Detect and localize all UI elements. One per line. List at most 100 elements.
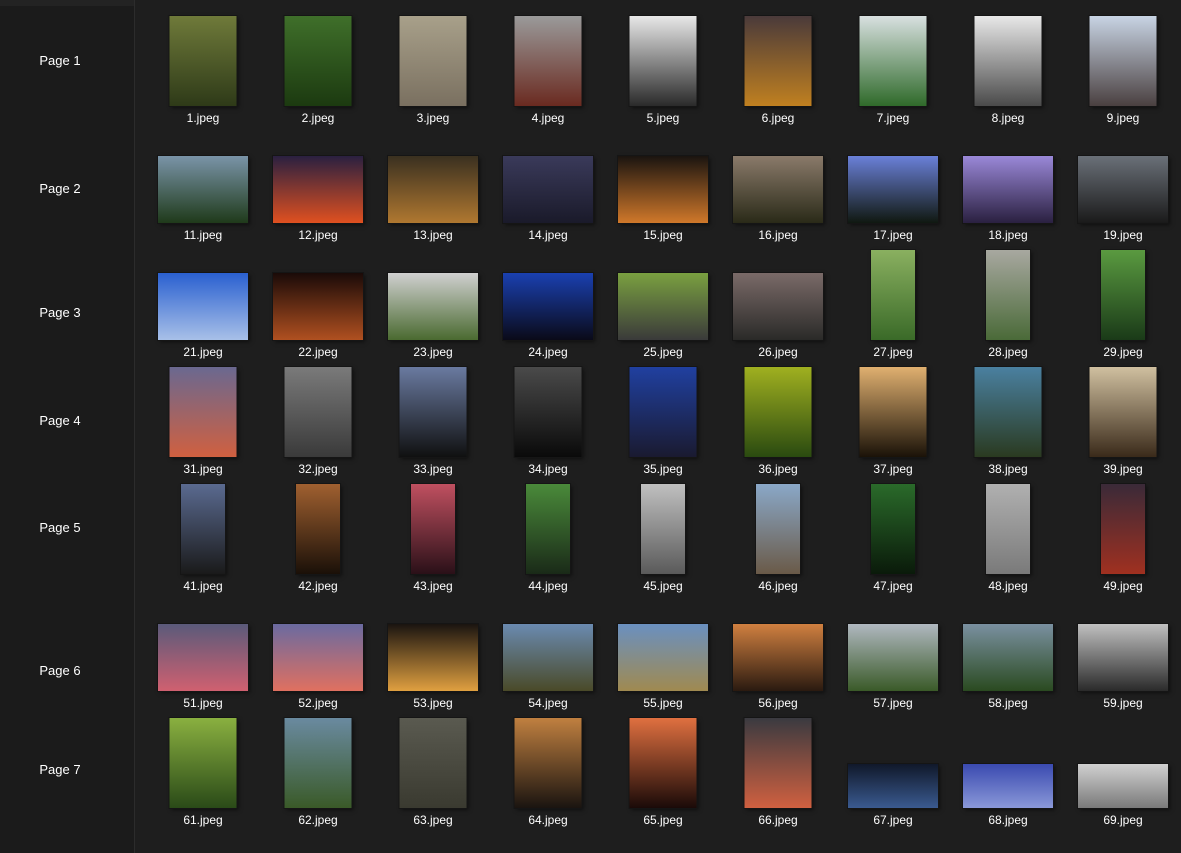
file-name: 27.jpeg bbox=[873, 345, 913, 359]
image-thumbnail[interactable] bbox=[744, 16, 812, 106]
image-thumbnail[interactable] bbox=[1101, 484, 1145, 574]
file-name: 68.jpeg bbox=[988, 813, 1028, 827]
image-thumbnail[interactable] bbox=[158, 624, 248, 691]
image-thumbnail[interactable] bbox=[1101, 250, 1145, 340]
image-thumbnail[interactable] bbox=[388, 624, 478, 691]
image-thumbnail[interactable] bbox=[526, 484, 570, 574]
image-thumbnail[interactable] bbox=[859, 16, 927, 106]
image-thumbnail[interactable] bbox=[618, 273, 708, 340]
image-thumbnail[interactable] bbox=[503, 273, 593, 340]
file-name: 17.jpeg bbox=[873, 228, 913, 242]
image-thumbnail[interactable] bbox=[1078, 764, 1168, 808]
image-thumbnail[interactable] bbox=[756, 484, 800, 574]
file-name: 24.jpeg bbox=[528, 345, 568, 359]
image-thumbnail[interactable] bbox=[744, 718, 812, 808]
image-thumbnail[interactable] bbox=[733, 156, 823, 223]
file-name: 8.jpeg bbox=[991, 111, 1025, 125]
image-thumbnail[interactable] bbox=[1078, 624, 1168, 691]
file-name: 45.jpeg bbox=[643, 579, 683, 593]
image-thumbnail[interactable] bbox=[1078, 156, 1168, 223]
file-name: 16.jpeg bbox=[758, 228, 798, 242]
file-name: 22.jpeg bbox=[298, 345, 338, 359]
image-thumbnail[interactable] bbox=[411, 484, 455, 574]
image-thumbnail[interactable] bbox=[848, 624, 938, 691]
image-thumbnail[interactable] bbox=[296, 484, 340, 574]
image-thumbnail[interactable] bbox=[974, 367, 1042, 457]
file-name: 47.jpeg bbox=[873, 579, 913, 593]
file-name: 13.jpeg bbox=[413, 228, 453, 242]
image-thumbnail[interactable] bbox=[974, 16, 1042, 106]
file-name: 14.jpeg bbox=[528, 228, 568, 242]
file-name: 59.jpeg bbox=[1103, 696, 1143, 710]
image-thumbnail[interactable] bbox=[963, 156, 1053, 223]
file-name: 6.jpeg bbox=[761, 111, 795, 125]
file-name: 25.jpeg bbox=[643, 345, 683, 359]
image-thumbnail[interactable] bbox=[963, 624, 1053, 691]
file-name: 19.jpeg bbox=[1103, 228, 1143, 242]
file-name: 38.jpeg bbox=[988, 462, 1028, 476]
image-thumbnail[interactable] bbox=[641, 484, 685, 574]
image-thumbnail[interactable] bbox=[169, 16, 237, 106]
image-thumbnail[interactable] bbox=[848, 156, 938, 223]
page-label-4: Page 4 bbox=[39, 413, 81, 428]
image-thumbnail[interactable] bbox=[503, 156, 593, 223]
image-thumbnail[interactable] bbox=[158, 156, 248, 223]
image-thumbnail[interactable] bbox=[629, 718, 697, 808]
image-thumbnail[interactable] bbox=[399, 367, 467, 457]
image-thumbnail[interactable] bbox=[1089, 367, 1157, 457]
image-thumbnail[interactable] bbox=[986, 484, 1030, 574]
image-thumbnail[interactable] bbox=[1089, 16, 1157, 106]
image-thumbnail[interactable] bbox=[963, 764, 1053, 808]
image-thumbnail[interactable] bbox=[388, 273, 478, 340]
image-thumbnail[interactable] bbox=[514, 16, 582, 106]
image-thumbnail[interactable] bbox=[284, 16, 352, 106]
image-thumbnail[interactable] bbox=[284, 718, 352, 808]
file-name: 54.jpeg bbox=[528, 696, 568, 710]
image-thumbnail[interactable] bbox=[181, 484, 225, 574]
image-thumbnail[interactable] bbox=[158, 273, 248, 340]
image-thumbnail[interactable] bbox=[503, 624, 593, 691]
file-name: 57.jpeg bbox=[873, 696, 913, 710]
image-thumbnail[interactable] bbox=[284, 367, 352, 457]
image-thumbnail[interactable] bbox=[744, 367, 812, 457]
page-label-3: Page 3 bbox=[39, 305, 81, 320]
file-name: 49.jpeg bbox=[1103, 579, 1143, 593]
image-thumbnail[interactable] bbox=[169, 367, 237, 457]
file-name: 67.jpeg bbox=[873, 813, 913, 827]
image-thumbnail[interactable] bbox=[733, 273, 823, 340]
image-thumbnail[interactable] bbox=[618, 156, 708, 223]
file-name: 56.jpeg bbox=[758, 696, 798, 710]
image-thumbnail[interactable] bbox=[629, 16, 697, 106]
file-name: 15.jpeg bbox=[643, 228, 683, 242]
image-thumbnail[interactable] bbox=[273, 624, 363, 691]
file-name: 7.jpeg bbox=[876, 111, 910, 125]
file-name: 55.jpeg bbox=[643, 696, 683, 710]
image-thumbnail[interactable] bbox=[733, 624, 823, 691]
file-name: 51.jpeg bbox=[183, 696, 223, 710]
file-name: 35.jpeg bbox=[643, 462, 683, 476]
file-name: 26.jpeg bbox=[758, 345, 798, 359]
image-thumbnail[interactable] bbox=[871, 250, 915, 340]
page-label-2: Page 2 bbox=[39, 181, 81, 196]
image-thumbnail[interactable] bbox=[273, 273, 363, 340]
image-thumbnail[interactable] bbox=[859, 367, 927, 457]
image-thumbnail[interactable] bbox=[514, 718, 582, 808]
file-name: 1.jpeg bbox=[186, 111, 220, 125]
file-name: 44.jpeg bbox=[528, 579, 568, 593]
image-thumbnail[interactable] bbox=[871, 484, 915, 574]
image-thumbnail[interactable] bbox=[399, 718, 467, 808]
image-thumbnail[interactable] bbox=[514, 367, 582, 457]
file-name: 61.jpeg bbox=[183, 813, 223, 827]
file-name: 65.jpeg bbox=[643, 813, 683, 827]
image-thumbnail[interactable] bbox=[399, 16, 467, 106]
file-name: 66.jpeg bbox=[758, 813, 798, 827]
image-thumbnail[interactable] bbox=[273, 156, 363, 223]
image-thumbnail[interactable] bbox=[629, 367, 697, 457]
file-name: 48.jpeg bbox=[988, 579, 1028, 593]
image-thumbnail[interactable] bbox=[848, 764, 938, 808]
image-thumbnail[interactable] bbox=[618, 624, 708, 691]
image-thumbnail[interactable] bbox=[169, 718, 237, 808]
image-thumbnail[interactable] bbox=[388, 156, 478, 223]
image-thumbnail[interactable] bbox=[986, 250, 1030, 340]
file-name: 29.jpeg bbox=[1103, 345, 1143, 359]
